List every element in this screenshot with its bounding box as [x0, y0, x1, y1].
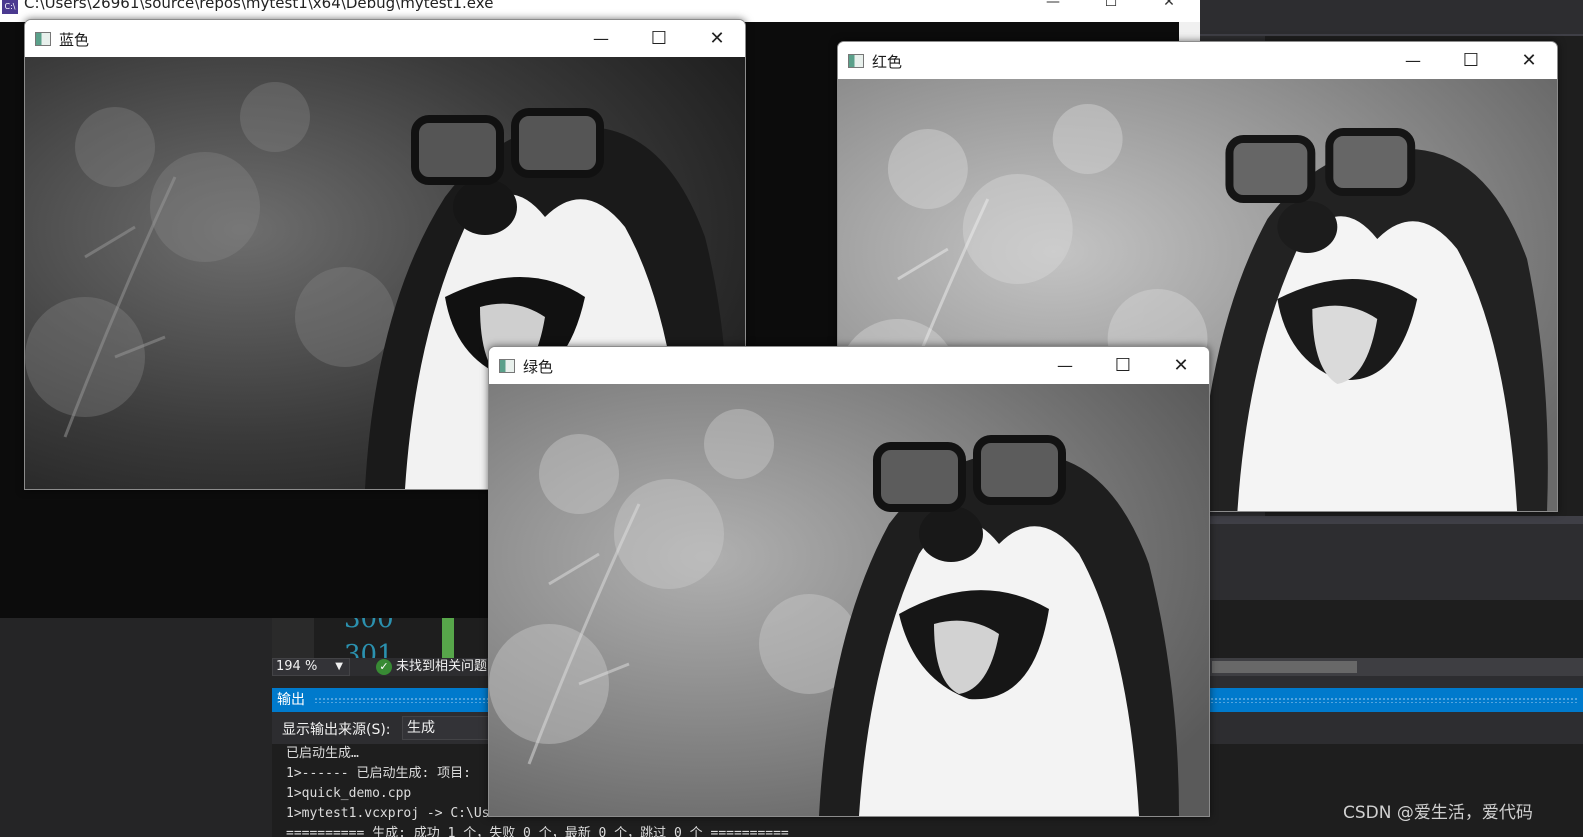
maximize-button[interactable]: ☐	[1082, 0, 1140, 22]
maximize-button[interactable]: ☐	[1442, 42, 1500, 79]
output-line: ========== 生成: 成功 1 个，失败 0 个，最新 0 个，跳过 0…	[286, 826, 789, 837]
window-app-icon	[848, 54, 864, 68]
close-button[interactable]: ✕	[1140, 0, 1198, 22]
vs-divider	[1200, 516, 1583, 524]
maximize-button[interactable]: ☐	[1094, 347, 1152, 384]
window-title-bar[interactable]: 蓝色 — ☐ ✕	[25, 20, 745, 57]
window-title-bar[interactable]: 绿色 — ☐ ✕	[489, 347, 1209, 384]
window-title: 绿色	[523, 358, 554, 376]
chevron-down-icon: ▼	[335, 661, 343, 672]
zoom-value: 194 %	[276, 659, 318, 674]
console-title: C:\Users\26961\source\repos\mytest1\x64\…	[24, 0, 494, 12]
minimize-button[interactable]: —	[1384, 42, 1442, 79]
maximize-button[interactable]: ☐	[630, 20, 688, 57]
zoom-dropdown[interactable]: 194 % ▼	[272, 658, 350, 676]
window-app-icon	[499, 359, 515, 373]
close-button[interactable]: ✕	[1152, 347, 1209, 384]
scrollbar-thumb[interactable]	[1212, 661, 1357, 673]
console-app-icon: C:\	[2, 0, 18, 14]
close-button[interactable]: ✕	[1500, 42, 1557, 79]
window-title-bar[interactable]: 红色 — ☐ ✕	[838, 42, 1557, 79]
output-panel-title: 输出	[277, 692, 305, 708]
window-app-icon	[35, 32, 51, 46]
minimize-button[interactable]: —	[1036, 347, 1094, 384]
husky-image	[489, 384, 1209, 816]
window-title: 红色	[872, 53, 903, 71]
channel-image	[489, 384, 1209, 816]
window-title: 蓝色	[59, 31, 90, 49]
minimize-button[interactable]: —	[1024, 0, 1082, 22]
minimize-button[interactable]: —	[572, 20, 630, 57]
check-circle-icon: ✓	[376, 659, 392, 675]
close-button[interactable]: ✕	[688, 20, 745, 57]
issues-status-text[interactable]: 未找到相关问题	[396, 658, 487, 676]
output-source-label: 显示输出来源(S):	[282, 722, 391, 738]
image-window-green[interactable]: 绿色 — ☐ ✕	[488, 346, 1210, 817]
csdn-watermark: CSDN @爱生活，爱代码	[1343, 803, 1533, 823]
